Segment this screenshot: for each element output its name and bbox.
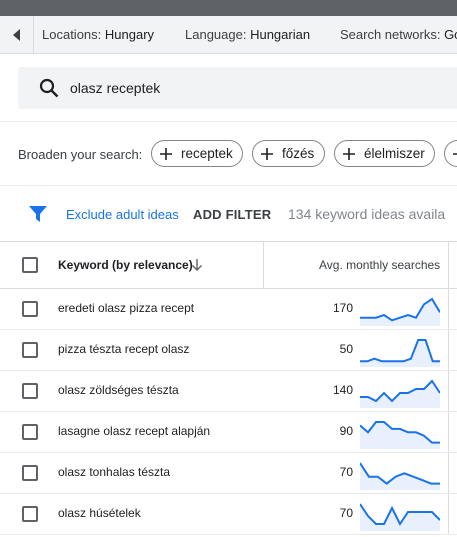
language-value: Hungarian bbox=[250, 27, 311, 42]
table-row[interactable]: olasz zöldséges tészta 140 bbox=[0, 371, 457, 412]
avg-searches-cell: 50 bbox=[339, 342, 353, 356]
column-divider bbox=[448, 330, 449, 370]
search-section: olasz receptek bbox=[0, 54, 457, 122]
locations-value: Hungary bbox=[104, 27, 155, 42]
row-checkbox[interactable] bbox=[22, 465, 38, 481]
column-divider bbox=[448, 453, 449, 493]
exclude-adult-ideas-link[interactable]: Exclude adult ideas bbox=[66, 207, 179, 222]
trend-area bbox=[360, 340, 440, 367]
language-label: Language: bbox=[185, 27, 247, 42]
avg-monthly-searches-header[interactable]: Avg. monthly searches bbox=[319, 258, 440, 272]
trend-sparkline bbox=[360, 421, 440, 449]
broaden-chip-partial[interactable] bbox=[444, 140, 457, 167]
trend-area bbox=[360, 299, 440, 326]
broaden-search-bar: Broaden your search: receptek főzés élel… bbox=[0, 122, 457, 186]
caret-left-icon bbox=[12, 28, 20, 41]
column-divider bbox=[448, 494, 449, 534]
keyword-column-header[interactable]: Keyword (by relevance) bbox=[58, 258, 193, 272]
chip-label: receptek bbox=[181, 146, 233, 161]
chip-label: élelmiszer bbox=[364, 146, 425, 161]
column-divider bbox=[263, 242, 264, 288]
keyword-cell: pizza tészta recept olasz bbox=[58, 342, 190, 356]
filter-bar: Locations: Hungary Language: Hungarian S… bbox=[0, 16, 457, 54]
trend-sparkline bbox=[360, 503, 440, 531]
locations-filter[interactable]: Locations: Hungary bbox=[42, 27, 154, 42]
sort-descending-icon[interactable] bbox=[191, 258, 203, 272]
search-networks-filter[interactable]: Search networks: Go bbox=[340, 27, 457, 42]
table-row[interactable]: eredeti olasz pizza recept 170 bbox=[0, 289, 457, 330]
keyword-cell: eredeti olasz pizza recept bbox=[58, 301, 195, 315]
row-checkbox[interactable] bbox=[22, 424, 38, 440]
column-divider bbox=[448, 371, 449, 411]
trend-sparkline bbox=[360, 297, 440, 326]
keyword-cell: olasz tonhalas tészta bbox=[58, 465, 171, 479]
select-all-checkbox[interactable] bbox=[22, 257, 38, 273]
column-divider bbox=[448, 289, 449, 329]
trend-sparkline bbox=[360, 339, 440, 367]
row-checkbox[interactable] bbox=[22, 301, 38, 317]
row-checkbox[interactable] bbox=[22, 383, 38, 399]
avg-searches-cell: 140 bbox=[332, 383, 353, 397]
table-header: Keyword (by relevance) Avg. monthly sear… bbox=[0, 242, 457, 289]
plus-icon bbox=[343, 147, 355, 160]
search-query: olasz receptek bbox=[70, 80, 161, 96]
plus-icon bbox=[160, 147, 172, 160]
trend-area bbox=[360, 504, 440, 531]
networks-value: Go bbox=[444, 27, 457, 42]
plus-icon bbox=[261, 147, 273, 160]
column-divider bbox=[448, 242, 449, 288]
avg-searches-cell: 70 bbox=[339, 506, 353, 520]
row-checkbox[interactable] bbox=[22, 342, 38, 358]
keyword-ideas-count: 134 keyword ideas availa bbox=[288, 206, 446, 222]
broaden-chip[interactable]: élelmiszer bbox=[334, 140, 435, 167]
table-row[interactable]: olasz húsételek 70 bbox=[0, 494, 457, 535]
keyword-cell: olasz zöldséges tészta bbox=[58, 383, 179, 397]
filter-icon[interactable] bbox=[29, 206, 47, 222]
table-row[interactable]: olasz tonhalas tészta 70 bbox=[0, 453, 457, 494]
plus-icon bbox=[453, 152, 457, 155]
broaden-chip[interactable]: receptek bbox=[151, 140, 243, 167]
locations-label: Locations: bbox=[42, 27, 102, 42]
keyword-actions-bar: Exclude adult ideas ADD FILTER 134 keywo… bbox=[0, 187, 457, 242]
window-top-bar bbox=[0, 0, 457, 16]
chip-label: főzés bbox=[282, 146, 315, 161]
row-checkbox[interactable] bbox=[22, 506, 38, 522]
keyword-cell: olasz húsételek bbox=[58, 506, 141, 520]
avg-searches-cell: 170 bbox=[332, 301, 353, 315]
avg-searches-cell: 90 bbox=[339, 424, 353, 438]
collapse-filters-button[interactable] bbox=[0, 16, 34, 53]
broaden-chip[interactable]: főzés bbox=[252, 140, 325, 167]
table-row[interactable]: lasagne olasz recept alapján 90 bbox=[0, 412, 457, 453]
column-divider bbox=[448, 412, 449, 452]
language-filter[interactable]: Language: Hungarian bbox=[185, 27, 310, 42]
keyword-cell: lasagne olasz recept alapján bbox=[58, 424, 211, 438]
trend-sparkline bbox=[360, 462, 440, 490]
broaden-label: Broaden your search: bbox=[18, 147, 143, 162]
networks-label: Search networks: bbox=[340, 27, 441, 42]
table-row[interactable]: pizza tészta recept olasz 50 bbox=[0, 330, 457, 371]
keyword-search-input[interactable]: olasz receptek bbox=[18, 67, 457, 109]
search-icon bbox=[39, 78, 59, 98]
trend-sparkline bbox=[360, 379, 440, 408]
avg-searches-cell: 70 bbox=[339, 465, 353, 479]
add-filter-button[interactable]: ADD FILTER bbox=[193, 207, 271, 222]
